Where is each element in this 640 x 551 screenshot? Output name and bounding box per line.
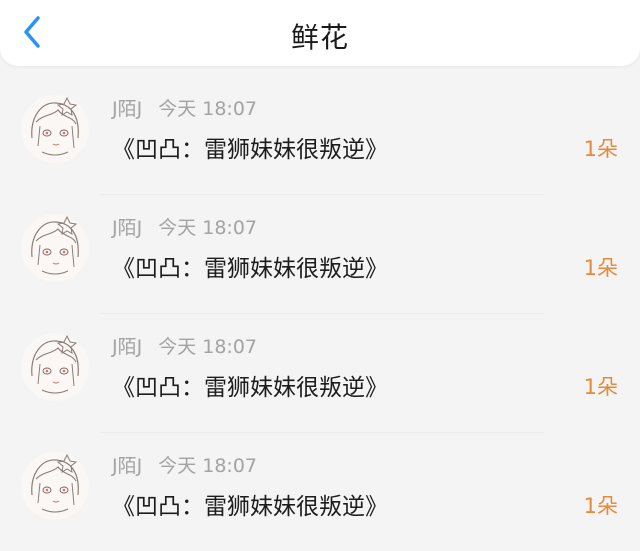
top-bar: 鲜花 (0, 0, 640, 66)
flower-record-list: J陌J 今天 18:07 《凹凸：雷狮妹妹很叛逆》 1朵 J陌J 今天 18:07 … (0, 76, 640, 540)
flower-count: 1朵 (583, 375, 618, 399)
list-item[interactable]: J陌J 今天 18:07 《凹凸：雷狮妹妹很叛逆》 1朵 (0, 433, 640, 551)
list-item[interactable]: J陌J 今天 18:07 《凹凸：雷狮妹妹很叛逆》 1朵 (0, 314, 640, 433)
sender-name: J陌J (112, 217, 143, 239)
book-title[interactable]: 《凹凸：雷狮妹妹很叛逆》 (112, 487, 388, 521)
page-title: 鲜花 (290, 21, 349, 54)
list-item[interactable]: J陌J 今天 18:07 《凹凸：雷狮妹妹很叛逆》 1朵 (0, 195, 640, 314)
avatar[interactable] (20, 213, 90, 283)
list-item[interactable]: J陌J 今天 18:07 《凹凸：雷狮妹妹很叛逆》 1朵 (0, 76, 640, 195)
sender-name: J陌J (112, 336, 143, 358)
send-time: 今天 18:07 (158, 455, 258, 477)
send-time: 今天 18:07 (158, 336, 258, 358)
send-time: 今天 18:07 (158, 98, 258, 120)
avatar[interactable] (20, 451, 90, 521)
sender-meta: J陌J 今天 18:07 (112, 451, 257, 478)
sender-name: J陌J (112, 98, 143, 120)
send-time: 今天 18:07 (158, 217, 258, 239)
book-title[interactable]: 《凹凸：雷狮妹妹很叛逆》 (112, 368, 388, 402)
avatar[interactable] (20, 332, 90, 402)
sender-meta: J陌J 今天 18:07 (112, 94, 257, 121)
avatar[interactable] (20, 94, 90, 164)
flower-count: 1朵 (583, 256, 618, 280)
flower-count: 1朵 (583, 494, 618, 518)
flower-count: 1朵 (583, 137, 618, 161)
sender-name: J陌J (112, 455, 143, 477)
book-title[interactable]: 《凹凸：雷狮妹妹很叛逆》 (112, 130, 388, 164)
sender-meta: J陌J 今天 18:07 (112, 213, 257, 240)
book-title[interactable]: 《凹凸：雷狮妹妹很叛逆》 (112, 249, 388, 283)
sender-meta: J陌J 今天 18:07 (112, 332, 257, 359)
